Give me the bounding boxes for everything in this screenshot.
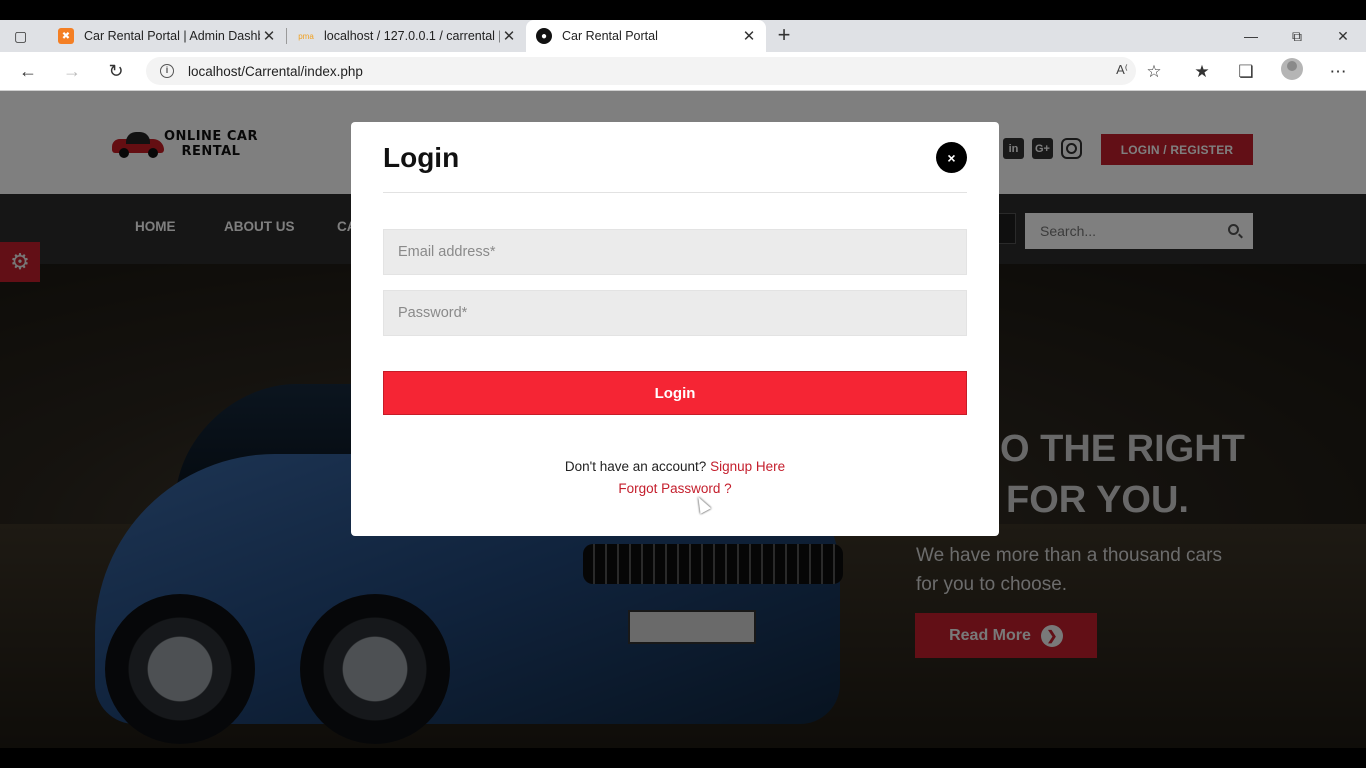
signup-prompt: Don't have an account? Signup Here [351, 459, 999, 474]
close-tab-icon[interactable]: ✕ [260, 27, 278, 45]
xampp-icon: ✖ [58, 28, 74, 44]
close-modal-button[interactable]: × [936, 142, 967, 173]
collections-icon[interactable]: ❏ [1235, 61, 1257, 83]
restore-button[interactable]: ⧉ [1274, 20, 1320, 52]
forgot-password-link[interactable]: Forgot Password ? [351, 481, 999, 496]
signup-link[interactable]: Signup Here [710, 459, 785, 474]
web-page: ONLINE CAR RENTAL in G+ LOGIN / REGISTER… [0, 91, 1366, 748]
email-field[interactable] [383, 229, 967, 275]
tab-title: Car Rental Portal | Admin Dashbc [84, 29, 260, 43]
phpmyadmin-icon: pma [298, 31, 314, 41]
address-bar[interactable]: i localhost/Carrental/index.php A⁽ [146, 57, 1136, 85]
login-modal: Login × Login Don't have an account? Sig… [351, 122, 999, 536]
add-favorite-icon[interactable]: ☆ [1143, 61, 1165, 83]
back-button[interactable]: ← [16, 60, 40, 84]
screen-bottom-bar [0, 748, 1366, 768]
tab-title: localhost / 127.0.0.1 / carrental | [324, 29, 500, 43]
minimize-button[interactable]: — [1228, 20, 1274, 52]
close-tab-icon[interactable]: ✕ [500, 27, 518, 45]
browser-tab-bar: ▢ ✖ Car Rental Portal | Admin Dashbc ✕ p… [0, 20, 1366, 52]
screen-top-bar [0, 0, 1366, 20]
url-text: localhost/Carrental/index.php [188, 63, 363, 79]
site-info-icon[interactable]: i [160, 64, 174, 78]
close-tab-icon[interactable]: ✕ [740, 27, 758, 45]
password-field[interactable] [383, 290, 967, 336]
login-submit-button[interactable]: Login [383, 371, 967, 415]
profile-avatar[interactable] [1281, 58, 1303, 80]
new-tab-button[interactable]: + [772, 24, 796, 48]
refresh-button[interactable]: ↻ [104, 60, 128, 84]
tab-title: Car Rental Portal [562, 29, 658, 43]
modal-title: Login [383, 142, 460, 173]
read-aloud-icon[interactable]: A⁽ [1116, 62, 1128, 78]
more-menu-icon[interactable]: ⋯ [1327, 61, 1349, 83]
forward-button[interactable]: → [60, 60, 84, 84]
browser-toolbar: ← → ↻ i localhost/Carrental/index.php A⁽… [0, 52, 1366, 91]
modal-divider [383, 192, 967, 193]
browser-tab-admin[interactable]: ✖ Car Rental Portal | Admin Dashbc ✕ [48, 20, 287, 52]
site-icon: ● [536, 28, 552, 44]
browser-tab-phpmyadmin[interactable]: pma localhost / 127.0.0.1 / carrental | … [288, 20, 527, 52]
tab-actions-icon[interactable]: ▢ [14, 28, 32, 44]
no-account-text: Don't have an account? [564, 459, 707, 474]
close-window-button[interactable]: ✕ [1320, 20, 1366, 52]
favorites-icon[interactable]: ★ [1191, 61, 1213, 83]
browser-tab-car-rental[interactable]: ● Car Rental Portal ✕ [526, 20, 766, 52]
